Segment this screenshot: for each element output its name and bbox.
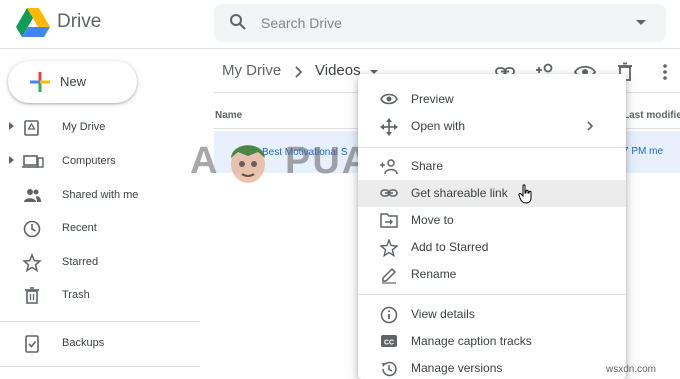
menu-item-get-shareable-link[interactable]: Get shareable link (358, 180, 626, 207)
more-vert-icon[interactable] (655, 61, 675, 83)
trash-icon (22, 286, 42, 306)
file-modified: 7 PM me (623, 146, 664, 157)
star-icon (380, 239, 398, 257)
menu-item-label: Open with (411, 119, 466, 133)
search-icon[interactable] (229, 13, 247, 31)
menu-item-label: Rename (411, 267, 457, 281)
menu-item-open-with[interactable]: Open with (358, 113, 626, 140)
column-header-modified[interactable]: Last modified (623, 110, 680, 121)
breadcrumb-current-folder[interactable]: Videos (315, 62, 361, 79)
sidebar-item-trash[interactable]: Trash (0, 280, 200, 312)
menu-item-label: Manage caption tracks (411, 334, 532, 348)
menu-item-move-to[interactable]: Move to (358, 207, 626, 234)
sidebar-divider (0, 321, 200, 322)
move-to-icon (380, 212, 398, 228)
menu-item-add-to-starred[interactable]: Add to Starred (358, 234, 626, 261)
sidebar-item-label: Recent (62, 222, 97, 234)
menu-item-preview[interactable]: Preview (358, 86, 626, 113)
eye-icon (380, 91, 398, 107)
menu-item-manage-caption-tracks[interactable]: CC Manage caption tracks (358, 328, 626, 355)
search-input[interactable]: Search Drive (261, 15, 342, 31)
link-icon (380, 185, 398, 201)
app-title: Drive (57, 11, 102, 32)
menu-divider (358, 294, 626, 295)
menu-item-rename[interactable]: Rename (358, 261, 626, 288)
hand-cursor-icon (518, 184, 534, 204)
info-icon (380, 306, 398, 324)
menu-item-view-details[interactable]: View details (358, 301, 626, 328)
sidebar-item-my-drive[interactable]: My Drive (0, 112, 200, 144)
mascot-watermark-icon (222, 136, 274, 186)
expand-arrow-icon[interactable] (9, 156, 14, 164)
header-divider (0, 48, 680, 49)
my-drive-icon (22, 118, 42, 138)
add-person-icon (380, 158, 398, 176)
column-header-name[interactable]: Name (215, 110, 242, 121)
sidebar-item-label: Shared with me (62, 189, 139, 201)
menu-item-label: Share (411, 159, 444, 173)
chevron-right-icon (294, 66, 304, 78)
menu-item-share[interactable]: Share (358, 153, 626, 180)
context-menu: Preview Open with Share Get shareable li… (358, 74, 626, 379)
sidebar-item-label: Computers (62, 155, 116, 167)
menu-item-label: Move to (411, 213, 454, 227)
open-with-icon (380, 118, 398, 136)
sidebar-divider (0, 366, 200, 367)
sidebar-item-starred[interactable]: Starred (0, 247, 200, 279)
sidebar-item-shared-with-me[interactable]: Shared with me (0, 180, 200, 212)
sidebar-item-label: My Drive (62, 121, 106, 133)
new-button[interactable]: New (8, 61, 137, 103)
pencil-icon (380, 266, 398, 284)
new-button-label: New (60, 74, 87, 89)
menu-item-label: Manage versions (411, 361, 503, 375)
clock-icon (22, 219, 42, 239)
svg-text:CC: CC (384, 340, 394, 347)
google-drive-logo-icon[interactable] (16, 8, 50, 38)
sidebar-item-backups[interactable]: Backups (0, 328, 200, 360)
site-watermark: wsxdn.com (606, 364, 657, 375)
shared-with-me-icon (22, 186, 42, 206)
sidebar-item-label: Starred (62, 256, 99, 268)
menu-item-manage-versions[interactable]: Manage versions (358, 355, 626, 379)
computers-icon (22, 152, 44, 172)
chevron-right-icon (586, 121, 594, 131)
sidebar-item-label: Trash (62, 289, 90, 301)
menu-item-label: View details (411, 307, 475, 321)
sidebar-item-computers[interactable]: Computers (0, 146, 200, 178)
menu-item-label: Add to Starred (411, 240, 489, 254)
backups-icon (22, 334, 42, 354)
menu-divider (358, 147, 626, 148)
sidebar-item-recent[interactable]: Recent (0, 213, 200, 245)
cc-icon: CC (380, 333, 398, 349)
expand-arrow-icon[interactable] (9, 122, 14, 130)
sidebar-item-label: Backups (62, 337, 105, 349)
watermark-text-left: A (190, 140, 220, 182)
menu-item-label: Preview (411, 92, 454, 106)
search-options-icon[interactable] (636, 20, 646, 25)
plus-icon (28, 70, 52, 94)
breadcrumb-my-drive[interactable]: My Drive (222, 62, 281, 79)
menu-item-label: Get shareable link (411, 186, 508, 200)
history-icon (380, 360, 398, 378)
star-icon (22, 253, 42, 273)
